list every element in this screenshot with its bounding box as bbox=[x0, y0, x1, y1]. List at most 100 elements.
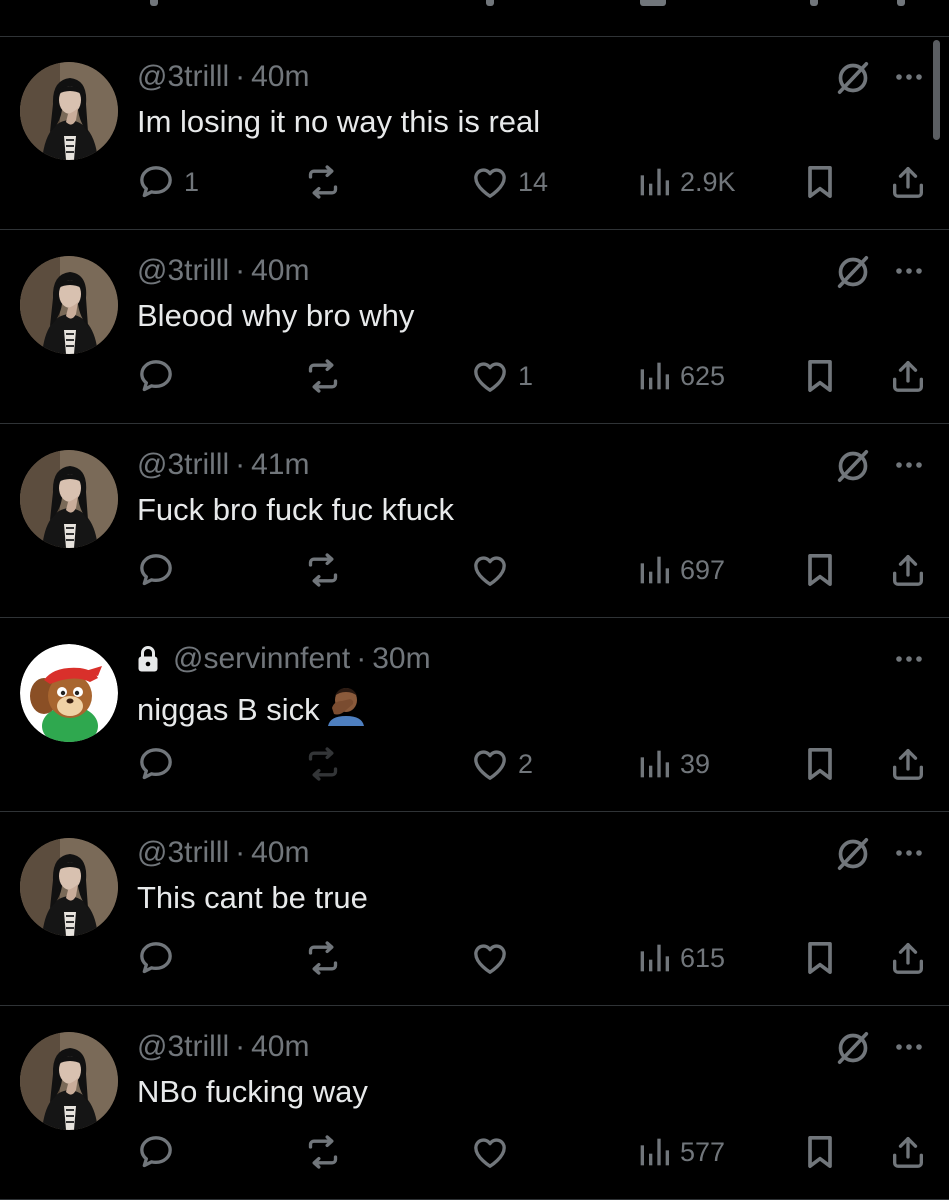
share-button[interactable] bbox=[888, 162, 928, 202]
mute-icon[interactable] bbox=[833, 252, 873, 292]
views-button[interactable]: 39 bbox=[636, 744, 710, 784]
avatar[interactable] bbox=[20, 450, 118, 548]
heart-icon bbox=[470, 162, 510, 202]
views-button[interactable]: 577 bbox=[636, 1132, 725, 1172]
share-icon bbox=[888, 938, 928, 978]
post-time[interactable]: 30m bbox=[372, 642, 430, 676]
post-handle[interactable]: @3trilll bbox=[137, 60, 229, 94]
speech-bubble-icon bbox=[136, 1132, 176, 1172]
post-handle[interactable]: @3trilll bbox=[137, 836, 229, 870]
face-palm-emoji bbox=[324, 686, 368, 734]
more-dots-icon[interactable] bbox=[892, 838, 926, 868]
avatar[interactable] bbox=[20, 1032, 118, 1130]
reply-button[interactable] bbox=[136, 356, 184, 396]
bar-chart-icon bbox=[636, 938, 672, 978]
more-dots-icon[interactable] bbox=[892, 644, 926, 674]
heart-icon bbox=[470, 356, 510, 396]
retweet-button[interactable] bbox=[302, 550, 344, 590]
views-button[interactable]: 2.9K bbox=[636, 162, 736, 202]
mute-icon[interactable] bbox=[833, 834, 873, 874]
retweet-button[interactable] bbox=[302, 938, 344, 978]
post-actions: 697 bbox=[0, 550, 949, 590]
post[interactable]: @servinnfent · 30m niggas B sick 2 39 bbox=[0, 618, 949, 812]
more-dots-icon[interactable] bbox=[892, 1032, 926, 1062]
bookmark-button[interactable] bbox=[802, 1132, 838, 1172]
reply-button[interactable] bbox=[136, 744, 184, 784]
post-time[interactable]: 41m bbox=[251, 448, 309, 482]
share-button[interactable] bbox=[888, 1132, 928, 1172]
like-count: 1 bbox=[518, 360, 534, 391]
post-time[interactable]: 40m bbox=[251, 254, 309, 288]
post-handle[interactable]: @servinnfent bbox=[173, 642, 350, 676]
retweet-button[interactable] bbox=[302, 162, 344, 202]
post-time[interactable]: 40m bbox=[251, 1030, 309, 1064]
post-handle[interactable]: @3trilll bbox=[137, 448, 229, 482]
retweet-icon bbox=[302, 938, 344, 978]
reply-button[interactable] bbox=[136, 938, 184, 978]
bar-chart-icon bbox=[636, 744, 672, 784]
like-button[interactable]: 2 bbox=[470, 744, 533, 784]
heart-icon bbox=[470, 744, 510, 784]
mute-icon[interactable] bbox=[833, 58, 873, 98]
reply-button[interactable] bbox=[136, 1132, 184, 1172]
mute-icon[interactable] bbox=[833, 1028, 873, 1068]
share-icon bbox=[888, 744, 928, 784]
post-text: NBo fucking way bbox=[137, 1074, 368, 1110]
post-handle[interactable]: @3trilll bbox=[137, 254, 229, 288]
like-button[interactable] bbox=[470, 1132, 518, 1172]
post[interactable]: @3trilll · 40m NBo fucking way 577 bbox=[0, 1006, 949, 1200]
avatar[interactable] bbox=[20, 644, 118, 742]
views-button[interactable]: 625 bbox=[636, 356, 725, 396]
like-count: 2 bbox=[518, 748, 534, 779]
reply-button[interactable]: 1 bbox=[136, 162, 199, 202]
views-button[interactable]: 615 bbox=[636, 938, 725, 978]
scrollbar[interactable] bbox=[933, 40, 940, 140]
bookmark-button[interactable] bbox=[802, 550, 838, 590]
like-button[interactable]: 1 bbox=[470, 356, 533, 396]
retweet-button[interactable] bbox=[302, 744, 344, 784]
post[interactable]: @3trilll · 40m Im losing it no way this … bbox=[0, 36, 949, 230]
share-button[interactable] bbox=[888, 744, 928, 784]
post-handle[interactable]: @3trilll bbox=[137, 1030, 229, 1064]
post-text: Fuck bro fuck fuc kfuck bbox=[137, 492, 454, 528]
reply-button[interactable] bbox=[136, 550, 184, 590]
bookmark-button[interactable] bbox=[802, 356, 838, 396]
post-text-content: Im losing it no way this is real bbox=[137, 104, 541, 139]
like-button[interactable] bbox=[470, 938, 518, 978]
post-text: This cant be true bbox=[137, 880, 368, 916]
post-text: niggas B sick bbox=[137, 686, 368, 734]
retweet-icon bbox=[302, 356, 344, 396]
bar-chart-icon bbox=[636, 162, 672, 202]
share-icon bbox=[888, 356, 928, 396]
speech-bubble-icon bbox=[136, 356, 176, 396]
more-dots-icon[interactable] bbox=[892, 450, 926, 480]
post[interactable]: @3trilll · 40m This cant be true 615 bbox=[0, 812, 949, 1006]
bookmark-icon bbox=[802, 356, 838, 396]
post-time[interactable]: 40m bbox=[251, 836, 309, 870]
retweet-button[interactable] bbox=[302, 356, 344, 396]
share-button[interactable] bbox=[888, 938, 928, 978]
share-button[interactable] bbox=[888, 550, 928, 590]
post-header: @3trilll · 40m bbox=[137, 836, 309, 870]
more-dots-icon[interactable] bbox=[892, 62, 926, 92]
post-time[interactable]: 40m bbox=[251, 60, 309, 94]
views-button[interactable]: 697 bbox=[636, 550, 725, 590]
avatar[interactable] bbox=[20, 838, 118, 936]
avatar[interactable] bbox=[20, 62, 118, 160]
post[interactable]: @3trilll · 40m Bleood why bro why 1 625 bbox=[0, 230, 949, 424]
avatar[interactable] bbox=[20, 256, 118, 354]
heart-icon bbox=[470, 938, 510, 978]
views-count: 2.9K bbox=[680, 166, 736, 197]
bookmark-button[interactable] bbox=[802, 162, 838, 202]
bookmark-icon bbox=[802, 162, 838, 202]
like-button[interactable] bbox=[470, 550, 518, 590]
bookmark-button[interactable] bbox=[802, 744, 838, 784]
bookmark-button[interactable] bbox=[802, 938, 838, 978]
like-button[interactable]: 14 bbox=[470, 162, 548, 202]
share-button[interactable] bbox=[888, 356, 928, 396]
views-count: 697 bbox=[680, 554, 726, 585]
more-dots-icon[interactable] bbox=[892, 256, 926, 286]
retweet-button[interactable] bbox=[302, 1132, 344, 1172]
post[interactable]: @3trilll · 41m Fuck bro fuck fuc kfuck 6… bbox=[0, 424, 949, 618]
mute-icon[interactable] bbox=[833, 446, 873, 486]
